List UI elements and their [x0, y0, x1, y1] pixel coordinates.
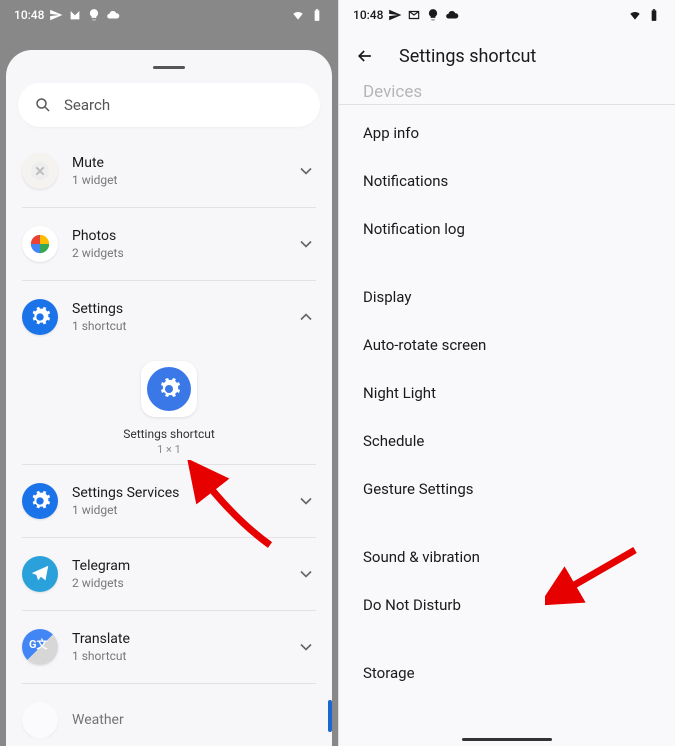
drag-handle[interactable] — [153, 66, 185, 69]
row-sub: 1 shortcut — [72, 319, 282, 333]
chevron-down-icon — [296, 491, 316, 511]
row-sub: 2 widgets — [72, 246, 282, 260]
widget-row-translate[interactable]: G文 Translate 1 shortcut — [6, 617, 332, 677]
shortcut-option[interactable]: Do Not Disturb — [339, 581, 675, 629]
bulb-icon — [87, 8, 101, 22]
status-time: 10:48 — [14, 8, 44, 22]
chevron-up-icon — [296, 307, 316, 327]
separator — [22, 207, 316, 208]
shortcut-settings-panel: 10:48 Settings shortcut Devices App info… — [338, 0, 675, 746]
row-title: Mute — [72, 155, 282, 171]
telegram-icon — [29, 563, 51, 585]
back-icon[interactable] — [355, 46, 375, 66]
row-title: Settings — [72, 301, 282, 317]
row-sub: 2 widgets — [72, 576, 282, 590]
shortcut-size: 1 × 1 — [157, 443, 181, 456]
search-icon — [34, 96, 52, 114]
status-bar: 10:48 — [339, 0, 675, 26]
row-title: Photos — [72, 228, 282, 244]
chevron-down-icon — [296, 564, 316, 584]
search-placeholder: Search — [64, 96, 110, 114]
mail-icon — [407, 8, 421, 22]
shortcut-option[interactable]: Display — [339, 273, 675, 321]
section-gap — [339, 253, 675, 273]
widget-row-mute[interactable]: Mute 1 widget — [6, 141, 332, 201]
section-gap — [339, 513, 675, 533]
shortcut-list[interactable]: App infoNotificationsNotification log Dis… — [339, 105, 675, 701]
chevron-down-icon — [296, 234, 316, 254]
separator — [22, 464, 316, 465]
section-gap — [339, 629, 675, 649]
widget-row-weather[interactable]: Weather — [6, 690, 332, 737]
battery-icon — [310, 8, 324, 22]
shortcut-option[interactable]: Auto-rotate screen — [339, 321, 675, 369]
shortcut-label: Settings shortcut — [123, 427, 215, 441]
page-header: Settings shortcut — [339, 26, 675, 86]
battery-icon — [647, 8, 661, 22]
nav-bar-pill[interactable] — [462, 738, 552, 741]
widget-row-telegram[interactable]: Telegram 2 widgets — [6, 544, 332, 604]
shortcut-option[interactable]: Gesture Settings — [339, 465, 675, 513]
gear-icon — [29, 490, 51, 512]
search-input[interactable]: Search — [18, 83, 320, 127]
row-title: Telegram — [72, 558, 282, 574]
cloud-icon — [106, 8, 120, 22]
send-icon — [49, 8, 63, 22]
shortcut-option[interactable]: Notification log — [339, 205, 675, 253]
gear-icon — [157, 377, 181, 401]
cloud-icon — [445, 8, 459, 22]
status-time: 10:48 — [353, 8, 383, 22]
separator — [22, 280, 316, 281]
shortcut-option[interactable]: App info — [339, 109, 675, 157]
send-icon — [388, 8, 402, 22]
gear-icon — [29, 306, 51, 328]
mail-icon — [68, 8, 82, 22]
shortcut-option[interactable]: Notifications — [339, 157, 675, 205]
row-sub: 1 shortcut — [72, 649, 282, 663]
separator — [22, 537, 316, 538]
row-sub: 1 widget — [72, 173, 282, 187]
chevron-down-icon — [296, 637, 316, 657]
row-title: Weather — [72, 712, 316, 728]
widget-list[interactable]: Mute 1 widget Photos 2 widgets S — [6, 141, 332, 737]
row-sub: 1 widget — [72, 503, 282, 517]
photos-icon — [29, 233, 51, 255]
row-title: Translate — [72, 631, 282, 647]
widget-row-settings-services[interactable]: Settings Services 1 widget — [6, 471, 332, 531]
shortcut-option[interactable]: Night Light — [339, 369, 675, 417]
page-title: Settings shortcut — [399, 46, 536, 67]
widgets-panel: 10:48 Search Mute 1 widget — [0, 0, 338, 746]
bulb-icon — [426, 8, 440, 22]
settings-shortcut-widget[interactable]: Settings shortcut 1 × 1 — [6, 361, 332, 456]
shortcut-option[interactable]: Storage — [339, 649, 675, 697]
mute-icon — [29, 160, 51, 182]
shortcut-option[interactable]: Sound & vibration — [339, 533, 675, 581]
widget-sheet: Search Mute 1 widget Photos 2 widgets — [6, 50, 332, 746]
shortcut-option[interactable]: Schedule — [339, 417, 675, 465]
status-bar: 10:48 — [0, 0, 338, 26]
partial-item[interactable]: Devices — [339, 82, 675, 102]
scroll-indicator[interactable] — [328, 700, 332, 732]
widget-row-photos[interactable]: Photos 2 widgets — [6, 214, 332, 274]
separator — [22, 610, 316, 611]
widget-row-settings[interactable]: Settings 1 shortcut — [6, 287, 332, 347]
wifi-icon — [291, 8, 305, 22]
translate-icon: G文 — [29, 636, 51, 658]
row-title: Settings Services — [72, 485, 282, 501]
wifi-icon — [628, 8, 642, 22]
separator — [22, 683, 316, 684]
chevron-down-icon — [296, 161, 316, 181]
